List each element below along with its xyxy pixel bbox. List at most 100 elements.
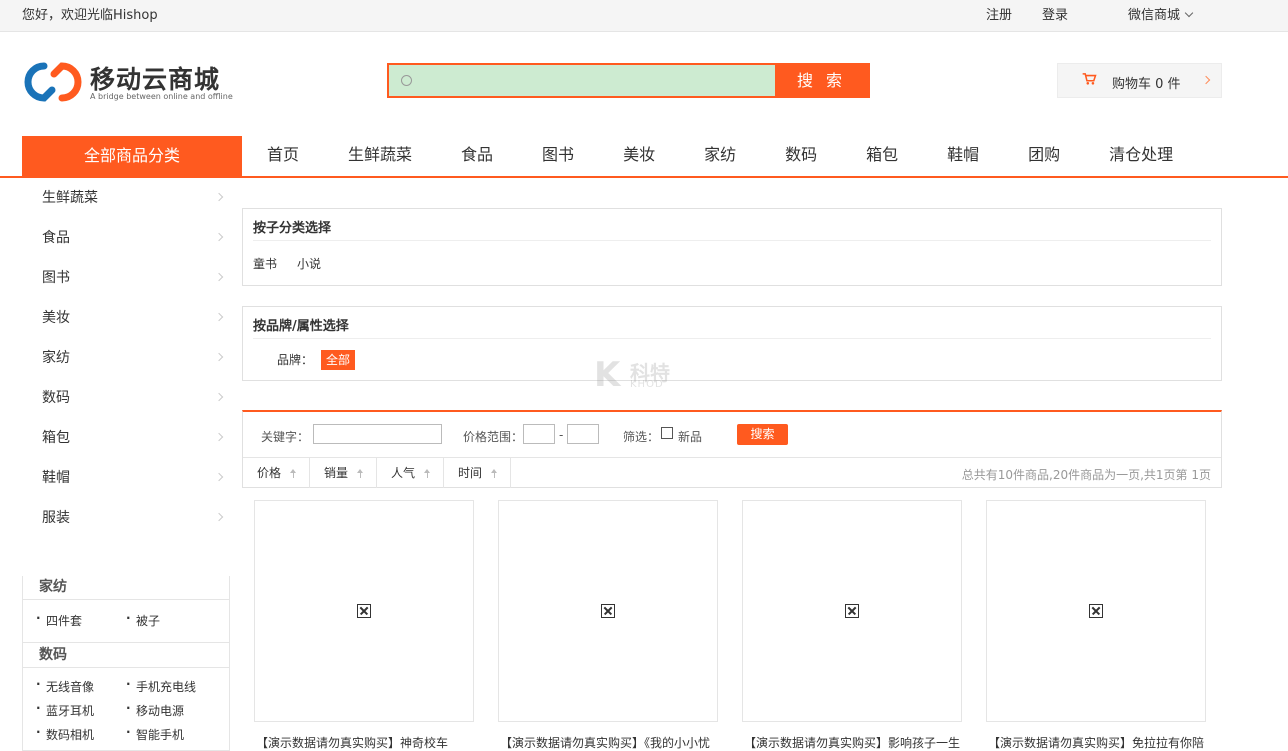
product-card[interactable] [742, 500, 962, 722]
broken-image-icon [357, 604, 371, 618]
sidebar-link[interactable]: 手机充电线 [126, 677, 196, 695]
nav-item-fresh[interactable]: 生鲜蔬菜 [323, 136, 436, 176]
chevron-right-icon [214, 232, 224, 242]
child-category-link[interactable]: 小说 [297, 255, 321, 272]
category-item[interactable]: 食品 [42, 218, 230, 258]
category-item[interactable]: 美妆 [42, 298, 230, 338]
product-title[interactable]: 【演示数据请勿真实购买】免拉拉有你陪 [988, 734, 1208, 751]
chevron-right-icon [214, 512, 224, 522]
sidebar-link[interactable]: 被子 [126, 611, 160, 629]
nav-item-digital[interactable]: 数码 [760, 136, 841, 176]
nav-item-bags[interactable]: 箱包 [841, 136, 922, 176]
chevron-right-icon [214, 392, 224, 402]
filter-search-button[interactable]: 搜索 [737, 424, 788, 445]
product-card[interactable] [254, 500, 474, 722]
child-category-title: 按子分类选择 [253, 221, 332, 236]
nav-item-groupbuy[interactable]: 团购 [1003, 136, 1084, 176]
product-card[interactable] [498, 500, 718, 722]
search-input[interactable] [389, 65, 775, 96]
chevron-right-icon [214, 432, 224, 442]
category-item[interactable]: 数码 [42, 378, 230, 418]
main-nav: 全部商品分类 首页 生鲜蔬菜 食品 图书 美妆 家纺 数码 箱包 鞋帽 团购 清… [0, 136, 1288, 178]
broken-image-icon [601, 604, 615, 618]
cart-icon [1082, 73, 1097, 85]
welcome-text: 您好，欢迎光临Hishop [22, 8, 158, 23]
sort-label: 价格 [257, 466, 282, 480]
product-card[interactable] [986, 500, 1206, 722]
category-item[interactable]: 生鲜蔬菜 [42, 178, 230, 218]
price-max-input[interactable] [567, 424, 599, 444]
divider [253, 240, 1211, 241]
sort-sales[interactable]: 销量 [310, 458, 377, 488]
child-category-link[interactable]: 童书 [253, 255, 277, 272]
search-icon [401, 75, 412, 86]
category-label: 食品 [42, 230, 70, 246]
nav-item-shoes[interactable]: 鞋帽 [922, 136, 1003, 176]
category-label: 箱包 [42, 430, 70, 446]
sidebar-link[interactable]: 四件套 [36, 611, 82, 629]
cart-label: 购物车 0 件 [1112, 77, 1181, 92]
screen-label: 筛选： [623, 430, 660, 444]
chevron-right-icon [1201, 75, 1211, 85]
page-info: 总共有10件商品,20件商品为一页,共1页第 1页 [961, 468, 1211, 482]
nav-item-textile[interactable]: 家纺 [679, 136, 760, 176]
sidebar-link[interactable]: 数码相机 [36, 725, 94, 743]
category-label: 美妆 [42, 310, 70, 326]
register-link[interactable]: 注册 [986, 4, 1012, 23]
search-bar: 搜 索 [387, 63, 870, 98]
sidebar-link[interactable]: 智能手机 [126, 725, 184, 743]
category-label: 数码 [42, 390, 70, 406]
sort-price[interactable]: 价格 [243, 458, 310, 488]
product-title[interactable]: 【演示数据请勿真实购买】《我的小小忧 [500, 734, 720, 751]
sidebar-link[interactable]: 无线音像 [36, 677, 94, 695]
new-product-checkbox[interactable] [661, 427, 673, 439]
category-item[interactable]: 鞋帽 [42, 458, 230, 498]
sort-label: 人气 [391, 466, 416, 480]
product-title[interactable]: 【演示数据请勿真实购买】神奇校车 [256, 734, 476, 751]
filter-bar: 关键字： 价格范围： - 筛选： 新品 搜索 价格 销量 人气 时间 总共有10… [242, 410, 1222, 488]
all-categories-button[interactable]: 全部商品分类 [22, 136, 242, 176]
chevron-right-icon [214, 192, 224, 202]
top-links: 注册 登录 微信商城 [956, 4, 1194, 23]
sidebar-link[interactable]: 蓝牙耳机 [36, 701, 94, 719]
chevron-right-icon [214, 272, 224, 282]
wechat-mall-link[interactable]: 微信商城 [1098, 4, 1194, 23]
category-item[interactable]: 服装 [42, 498, 230, 538]
nav-item-beauty[interactable]: 美妆 [598, 136, 679, 176]
keyword-label: 关键字： [261, 430, 310, 444]
category-label: 图书 [42, 270, 70, 286]
price-min-input[interactable] [523, 424, 555, 444]
nav-item-clearance[interactable]: 清仓处理 [1084, 136, 1197, 176]
brand-label: 品牌： [277, 353, 314, 367]
wechat-mall-label: 微信商城 [1127, 8, 1180, 23]
brand-all-tag[interactable]: 全部 [321, 350, 355, 370]
sort-time[interactable]: 时间 [444, 458, 511, 488]
search-button[interactable]: 搜 索 [775, 65, 868, 96]
watermark-sub: KHOD [630, 379, 664, 390]
category-label: 生鲜蔬菜 [42, 190, 98, 206]
sidebar-section-title: 家纺 [22, 576, 230, 600]
keyword-input[interactable] [313, 424, 442, 444]
nav-item-books[interactable]: 图书 [517, 136, 598, 176]
category-item[interactable]: 箱包 [42, 418, 230, 458]
broken-image-icon [1089, 604, 1103, 618]
category-item[interactable]: 图书 [42, 258, 230, 298]
sort-label: 时间 [458, 466, 483, 480]
product-title[interactable]: 【演示数据请勿真实购买】影响孩子一生 [744, 734, 964, 751]
divider [253, 338, 1211, 339]
login-link[interactable]: 登录 [1042, 4, 1068, 23]
nav-item-home[interactable]: 首页 [242, 136, 323, 176]
sidebar-link[interactable]: 移动电源 [126, 701, 184, 719]
arrow-up-icon [357, 469, 364, 478]
sort-row: 价格 销量 人气 时间 总共有10件商品,20件商品为一页,共1页第 1页 [243, 457, 1221, 488]
nav-item-food[interactable]: 食品 [436, 136, 517, 176]
cart-button[interactable]: 购物车 0 件 [1057, 63, 1222, 98]
site-logo[interactable]: 移动云商城 A bridge between online and offlin… [22, 58, 233, 108]
logo-mark-icon [24, 62, 82, 102]
category-menu: 生鲜蔬菜 食品 图书 美妆 家纺 数码 箱包 鞋帽 服装 [22, 178, 230, 578]
logo-tagline: A bridge between online and offline [90, 92, 233, 101]
new-product-label: 新品 [678, 430, 703, 444]
broken-image-icon [845, 604, 859, 618]
category-item[interactable]: 家纺 [42, 338, 230, 378]
sort-popularity[interactable]: 人气 [377, 458, 444, 488]
